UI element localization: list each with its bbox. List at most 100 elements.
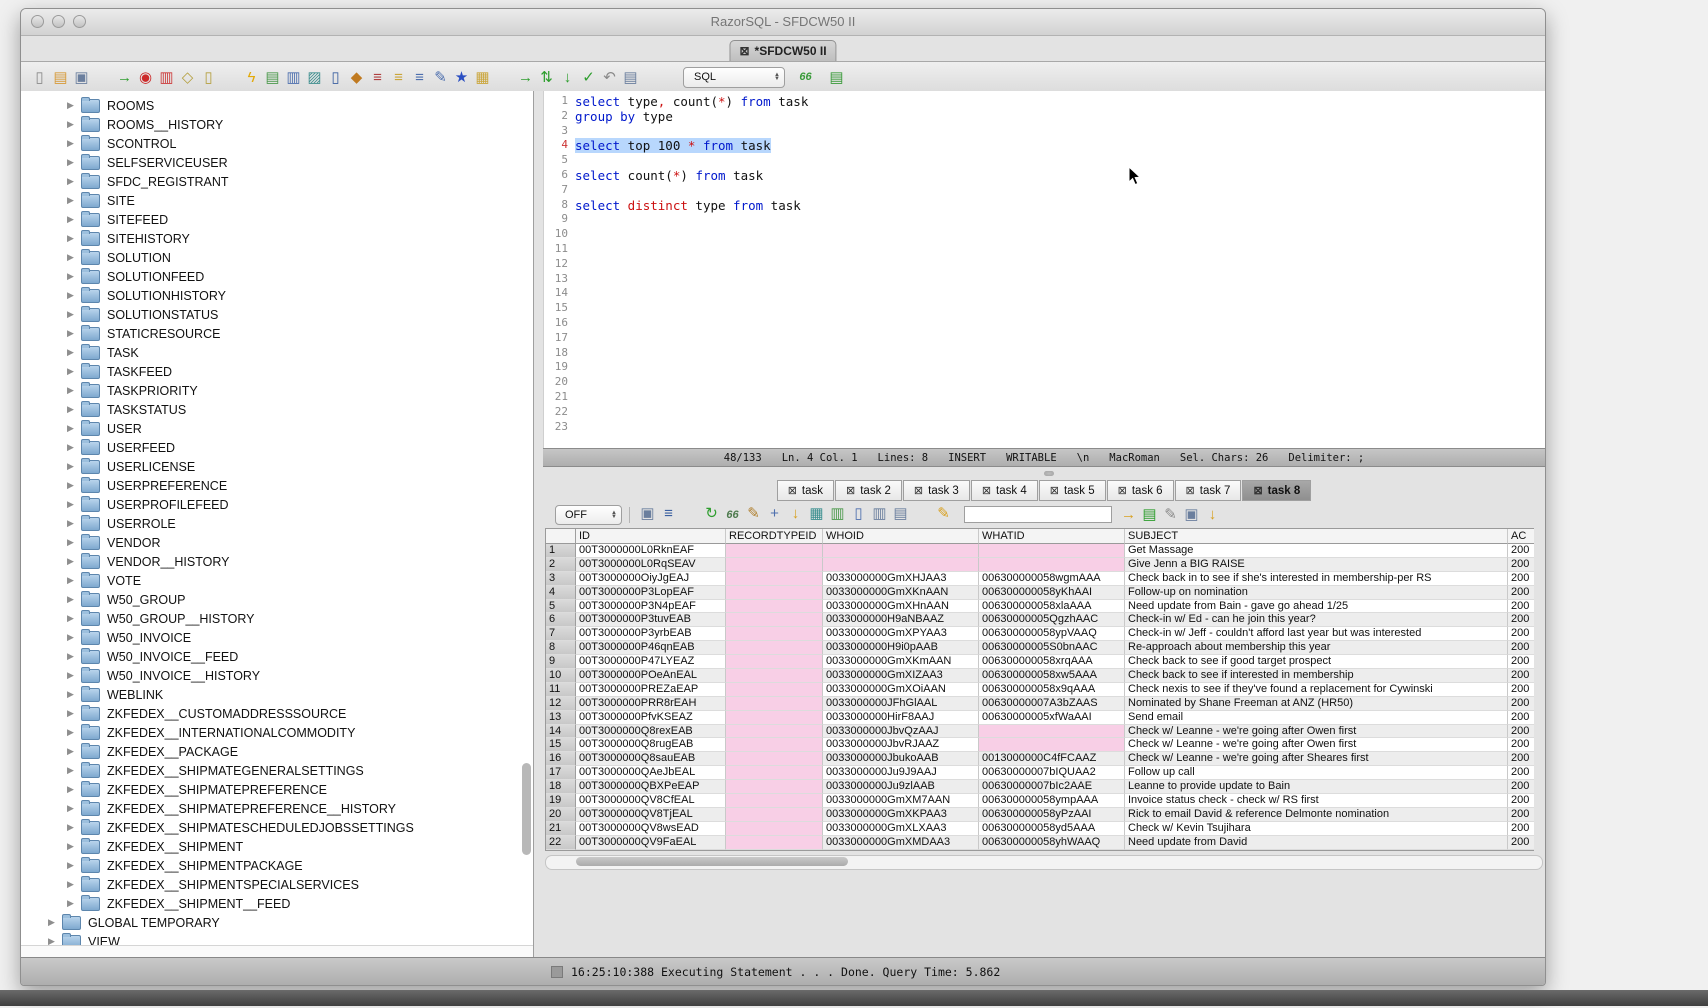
table-row[interactable]: 800T3000000P46qnEAB0033000000H9i0pAAB006… [546, 641, 1534, 655]
table-row[interactable]: 1300T3000000PfvKSEAZ0033000000HirF8AAJ00… [546, 711, 1534, 725]
export-rows-icon[interactable]: ↓ [785, 504, 806, 524]
title-bar[interactable]: RazorSQL - SFDCW50 II [21, 9, 1545, 36]
disclosure-triangle-icon[interactable]: ▶ [67, 632, 81, 643]
result-tab-task-5[interactable]: ⊠task 5 [1039, 480, 1106, 501]
commit-icon[interactable]: ✓ [578, 67, 599, 87]
tree-vertical-scrollbar-thumb[interactable] [522, 763, 531, 855]
table-row[interactable]: 1100T3000000PREZaEAP0033000000GmXOiAAN00… [546, 683, 1534, 697]
table-row[interactable]: 400T3000000P3LopEAF0033000000GmXKnAAN006… [546, 586, 1534, 600]
insert-row-icon[interactable]: + [764, 504, 785, 524]
save-icon[interactable]: ▣ [71, 67, 92, 87]
grid-horizontal-scrollbar[interactable] [545, 855, 1543, 870]
page-refresh-icon[interactable]: ▨ [304, 67, 325, 87]
sidebar-item-userlicense[interactable]: ▶USERLICENSE [21, 457, 533, 476]
disclosure-triangle-icon[interactable]: ▶ [67, 575, 81, 586]
close-tab-icon[interactable]: ⊠ [1186, 484, 1195, 497]
save-results-icon[interactable]: ▣ [637, 504, 658, 524]
minimize-window-button[interactable] [52, 15, 65, 28]
sidebar-item-vote[interactable]: ▶VOTE [21, 571, 533, 590]
disclosure-triangle-icon[interactable]: ▶ [67, 556, 81, 567]
open-file-icon[interactable]: ▤ [50, 67, 71, 87]
close-tab-icon[interactable]: ⊠ [914, 484, 923, 497]
disclosure-triangle-icon[interactable]: ▶ [67, 480, 81, 491]
save-file-icon[interactable]: ▣ [1181, 505, 1202, 525]
disclosure-triangle-icon[interactable]: ▶ [67, 499, 81, 510]
auto-commit-select[interactable]: OFF ▲▼ [555, 505, 622, 525]
fetch-next-icon[interactable]: ↓ [557, 67, 578, 87]
sidebar-item-zkfedex-shipmentspecialservices[interactable]: ▶ZKFEDEX__SHIPMENTSPECIALSERVICES [21, 875, 533, 894]
sidebar-item-zkfedex-customaddresssource[interactable]: ▶ZKFEDEX__CUSTOMADDRESSSOURCE [21, 704, 533, 723]
column-header-id[interactable]: ID [576, 529, 726, 544]
close-tab-icon[interactable]: ⊠ [846, 484, 855, 497]
result-tab-task-6[interactable]: ⊠task 6 [1107, 480, 1174, 501]
sidebar-item-vendor-history[interactable]: ▶VENDOR__HISTORY [21, 552, 533, 571]
close-tab-icon[interactable]: ⊠ [1118, 484, 1127, 497]
table-row[interactable]: 2200T3000000QV9FaEAL0033000000GmXMDAA300… [546, 836, 1534, 850]
database-icon[interactable]: ▯ [198, 67, 219, 87]
table-row[interactable]: 1000T3000000POeAnEAL0033000000GmXIZAA300… [546, 669, 1534, 683]
sidebar-item-selfserviceuser[interactable]: ▶SELFSERVICEUSER [21, 153, 533, 172]
disclosure-triangle-icon[interactable]: ▶ [67, 366, 81, 377]
edit-notes-icon[interactable]: ✎ [1160, 505, 1181, 525]
close-tab-icon[interactable]: ⊠ [788, 484, 797, 497]
close-window-button[interactable] [31, 15, 44, 28]
sidebar-item-zkfedex-internationalcommodity[interactable]: ▶ZKFEDEX__INTERNATIONALCOMMODITY [21, 723, 533, 742]
disclosure-triangle-icon[interactable]: ▶ [67, 784, 81, 795]
sidebar-item-scontrol[interactable]: ▶SCONTROL [21, 134, 533, 153]
indent-list-icon[interactable]: ≡ [409, 67, 430, 87]
table-edit-icon[interactable]: ▦ [472, 67, 493, 87]
sidebar-item-rooms[interactable]: ▶ROOMS [21, 96, 533, 115]
export-file-icon[interactable]: ▤ [1139, 505, 1160, 525]
disclosure-triangle-icon[interactable]: ▶ [67, 461, 81, 472]
rollback-icon[interactable]: ↶ [599, 67, 620, 87]
sidebar-item-userrole[interactable]: ▶USERROLE [21, 514, 533, 533]
close-tab-icon[interactable]: ⊠ [739, 45, 749, 57]
sidebar-item-zkfedex-shipment[interactable]: ▶ZKFEDEX__SHIPMENT [21, 837, 533, 856]
disclosure-triangle-icon[interactable]: ▶ [67, 271, 81, 282]
results-search-input[interactable] [964, 506, 1112, 523]
sidebar-item-taskstatus[interactable]: ▶TASKSTATUS [21, 400, 533, 419]
sidebar-item-solutionstatus[interactable]: ▶SOLUTIONSTATUS [21, 305, 533, 324]
result-tab-task-2[interactable]: ⊠task 2 [835, 480, 902, 501]
download-icon[interactable]: ↓ [1202, 505, 1223, 525]
sidebar-item-w50-invoice[interactable]: ▶W50_INVOICE [21, 628, 533, 647]
sidebar-item-userpreference[interactable]: ▶USERPREFERENCE [21, 476, 533, 495]
disclosure-triangle-icon[interactable]: ▶ [67, 822, 81, 833]
search-go-icon[interactable]: → [1118, 505, 1139, 525]
table-row[interactable]: 1200T3000000PRR8rEAH0033000000JFhGlAAL00… [546, 697, 1534, 711]
table-row[interactable]: 200T3000000L0RqSEAVGive Jenn a BIG RAISE… [546, 558, 1534, 572]
sidebar-item-zkfedex-package[interactable]: ▶ZKFEDEX__PACKAGE [21, 742, 533, 761]
sidebar-item-zkfedex-shipment-feed[interactable]: ▶ZKFEDEX__SHIPMENT__FEED [21, 894, 533, 913]
page-export-icon[interactable]: ▥ [283, 67, 304, 87]
filter-icon[interactable]: ≡ [658, 504, 679, 524]
sql-editor[interactable]: 1select type, count(*) from task2group b… [543, 91, 1545, 448]
edit-sql-icon[interactable]: ✎ [430, 67, 451, 87]
list-icon[interactable]: ≡ [367, 67, 388, 87]
close-tab-icon[interactable]: ⊠ [1050, 484, 1059, 497]
table-row[interactable]: 2100T3000000QV8wsEAD0033000000GmXLXAA300… [546, 822, 1534, 836]
disclosure-triangle-icon[interactable]: ▶ [67, 138, 81, 149]
result-tab-task-3[interactable]: ⊠task 3 [903, 480, 970, 501]
table-row[interactable]: 2000T3000000QV8TjEAL0033000000GmXKPAA300… [546, 808, 1534, 822]
splitter-gap[interactable] [543, 467, 1545, 480]
sort-list-icon[interactable]: ≡ [388, 67, 409, 87]
sidebar-item-solutionhistory[interactable]: ▶SOLUTIONHISTORY [21, 286, 533, 305]
disclosure-triangle-icon[interactable]: ▶ [67, 290, 81, 301]
table-row[interactable]: 100T3000000L0RknEAFGet Massage200 [546, 544, 1534, 558]
disclosure-triangle-icon[interactable]: ▶ [67, 898, 81, 909]
sidebar-item-taskpriority[interactable]: ▶TASKPRIORITY [21, 381, 533, 400]
disclosure-triangle-icon[interactable]: ▶ [67, 195, 81, 206]
sidebar-item-solution[interactable]: ▶SOLUTION [21, 248, 533, 267]
sidebar-item-rooms-history[interactable]: ▶ROOMS__HISTORY [21, 115, 533, 134]
table-row[interactable]: 700T3000000P3yrbEAB0033000000GmXPYAA3006… [546, 627, 1534, 641]
table-row[interactable]: 1900T3000000QV8CfEAL0033000000GmXM7AAN00… [546, 794, 1534, 808]
edit-cell-icon[interactable]: ✎ [743, 504, 764, 524]
sidebar-item-task[interactable]: ▶TASK [21, 343, 533, 362]
disclosure-triangle-icon[interactable]: ▶ [67, 594, 81, 605]
disclosure-triangle-icon[interactable]: ▶ [67, 233, 81, 244]
disclosure-triangle-icon[interactable]: ▶ [67, 651, 81, 662]
disclosure-triangle-icon[interactable]: ▶ [67, 214, 81, 225]
sidebar-item-w50-group[interactable]: ▶W50_GROUP [21, 590, 533, 609]
table-row[interactable]: 900T3000000P47LYEAZ0033000000GmXKmAAN006… [546, 655, 1534, 669]
new-connection-icon[interactable]: ◇ [177, 67, 198, 87]
